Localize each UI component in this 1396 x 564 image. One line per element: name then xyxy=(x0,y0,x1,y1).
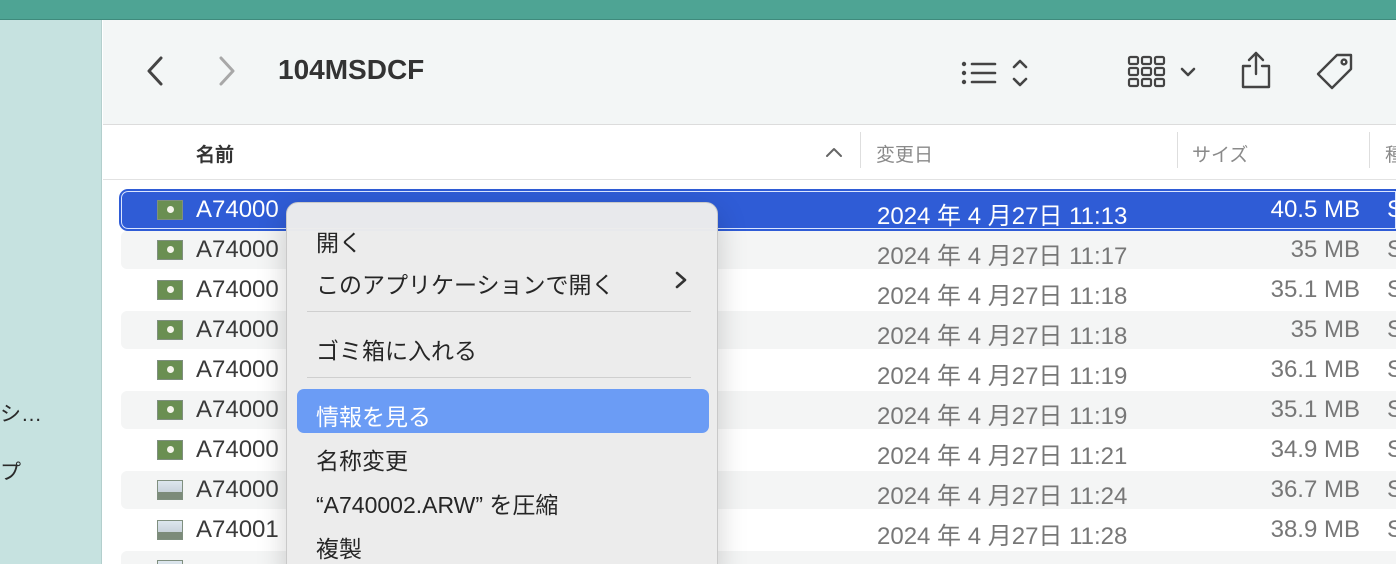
file-kind: S xyxy=(1387,396,1396,423)
file-date: 2024 年 4 月27日 11:13 xyxy=(877,203,1128,230)
grid-group-icon[interactable] xyxy=(1127,54,1199,90)
image-thumbnail xyxy=(157,400,183,420)
menu-item-duplicate[interactable]: 複製 xyxy=(297,521,709,564)
file-kind: S xyxy=(1387,276,1396,303)
file-name: A74000 xyxy=(196,476,279,503)
share-icon[interactable] xyxy=(1239,50,1273,90)
menu-separator xyxy=(307,311,691,312)
file-name: A74000 xyxy=(196,276,279,303)
menu-item-compress[interactable]: “A740002.ARW” を圧縮 xyxy=(297,477,709,521)
file-date: 2024 年 4 月27日 11:24 xyxy=(877,483,1128,510)
file-date: 2024 年 4 月27日 11:28 xyxy=(877,523,1128,550)
menu-item-get-info[interactable]: 情報を見る xyxy=(297,389,709,433)
file-name: A74000 xyxy=(196,196,279,223)
file-size: 36.1 MB xyxy=(1270,356,1360,383)
file-size: 40.5 MB xyxy=(1270,196,1360,223)
file-size: 38.9 MB xyxy=(1270,516,1360,543)
file-kind: S xyxy=(1387,516,1396,543)
file-kind: S xyxy=(1387,436,1396,463)
context-menu: 開く このアプリケーションで開く ゴミ箱に入れる 情報を見る 名称変更 “A74… xyxy=(286,202,718,564)
image-thumbnail xyxy=(157,280,183,300)
file-size: 36.7 MB xyxy=(1270,476,1360,503)
toolbar: 104MSDCF xyxy=(103,20,1396,125)
image-thumbnail xyxy=(157,320,183,340)
file-name: A74000 xyxy=(196,356,279,383)
file-kind: S xyxy=(1387,196,1396,223)
image-thumbnail xyxy=(157,360,183,380)
sidebar: シ… プ xyxy=(0,20,102,564)
file-date: 2024 年 4 月27日 11:19 xyxy=(877,403,1128,430)
menu-item-open-with[interactable]: このアプリケーションで開く xyxy=(297,257,709,301)
file-date: 2024 年 4 月27日 11:21 xyxy=(877,443,1128,470)
column-headers: 名前 変更日 サイズ 種 xyxy=(103,126,1396,180)
file-kind: S xyxy=(1387,236,1396,263)
file-size: 35 MB xyxy=(1290,316,1360,343)
file-date: 2024 年 4 月27日 11:17 xyxy=(877,243,1128,270)
file-kind: S xyxy=(1387,316,1396,343)
column-divider[interactable] xyxy=(1369,132,1370,168)
menu-item-move-to-trash[interactable]: ゴミ箱に入れる xyxy=(297,323,709,367)
file-kind: S xyxy=(1387,356,1396,383)
file-name: A74000 xyxy=(196,236,279,263)
image-thumbnail xyxy=(157,240,183,260)
chevron-right-icon xyxy=(675,271,687,289)
file-name: A74000 xyxy=(196,316,279,343)
file-name: A74000 xyxy=(196,396,279,423)
image-thumbnail xyxy=(157,200,183,220)
window-top-edge xyxy=(0,0,1396,20)
file-size: 35.1 MB xyxy=(1270,276,1360,303)
column-header-name[interactable]: 名前 xyxy=(196,140,234,167)
file-size: 35.1 MB xyxy=(1270,396,1360,423)
file-size: 34.9 MB xyxy=(1270,436,1360,463)
menu-item-open[interactable]: 開く xyxy=(297,215,709,259)
image-thumbnail xyxy=(157,440,183,460)
column-header-size[interactable]: サイズ xyxy=(1192,140,1248,167)
file-kind: S xyxy=(1387,476,1396,503)
window-title: 104MSDCF xyxy=(278,54,425,85)
menu-item-rename[interactable]: 名称変更 xyxy=(297,433,709,477)
sidebar-item[interactable]: プ xyxy=(0,456,60,486)
sort-ascending-icon[interactable] xyxy=(825,146,843,158)
column-divider[interactable] xyxy=(1177,132,1178,168)
image-thumbnail xyxy=(157,480,183,500)
file-size: 35 MB xyxy=(1290,236,1360,263)
forward-button[interactable] xyxy=(215,54,239,88)
file-name: A74000 xyxy=(196,436,279,463)
column-divider[interactable] xyxy=(860,132,861,168)
tag-icon[interactable] xyxy=(1315,52,1355,92)
file-date: 2024 年 4 月27日 11:19 xyxy=(877,363,1128,390)
file-date: 2024 年 4 月27日 11:18 xyxy=(877,283,1128,310)
back-button[interactable] xyxy=(143,54,167,88)
image-thumbnail xyxy=(157,520,183,540)
list-view-icon[interactable] xyxy=(959,56,1035,90)
column-header-modified[interactable]: 変更日 xyxy=(876,140,933,167)
menu-separator xyxy=(307,377,691,378)
image-thumbnail xyxy=(157,560,183,564)
sidebar-item[interactable]: シ… xyxy=(0,398,60,428)
file-name: A74001 xyxy=(196,516,279,543)
column-header-kind[interactable]: 種 xyxy=(1385,140,1396,167)
file-date: 2024 年 4 月27日 11:18 xyxy=(877,323,1128,350)
